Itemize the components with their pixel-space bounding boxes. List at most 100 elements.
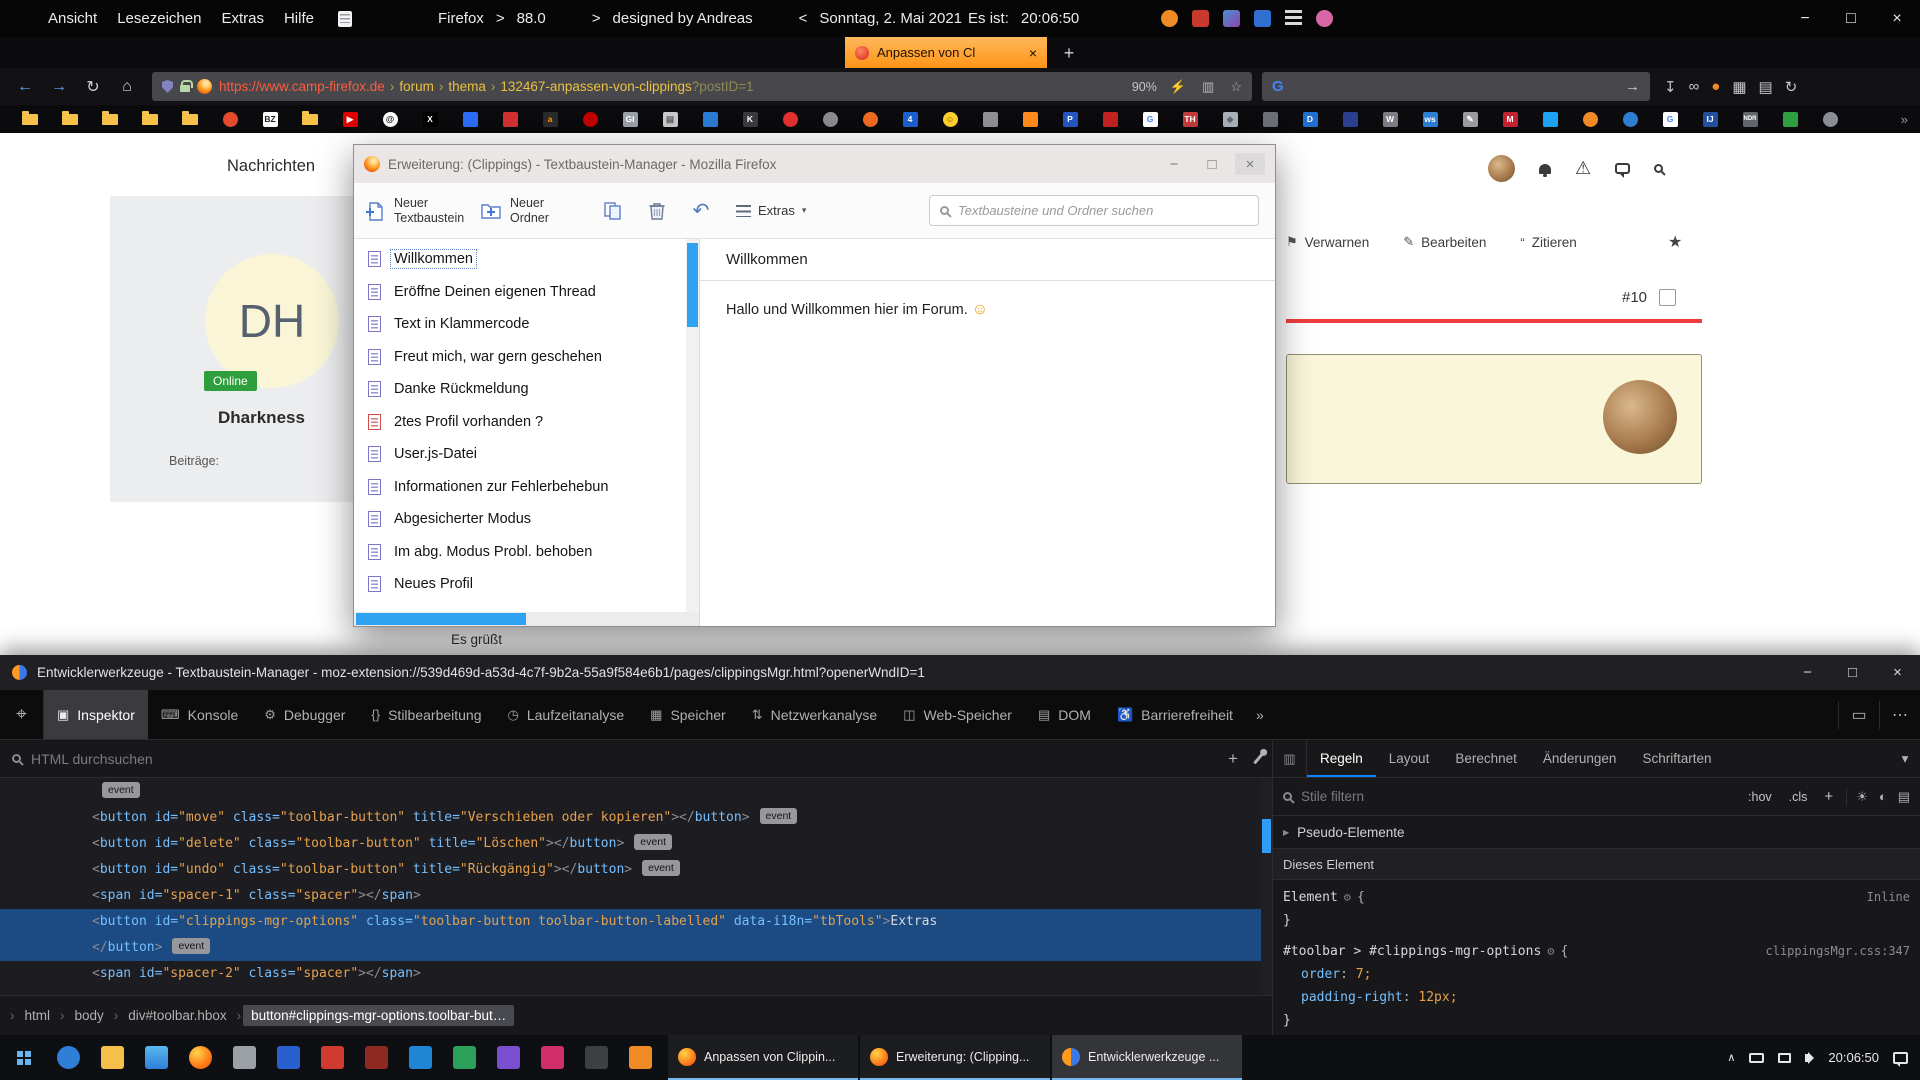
taskbar-app-icon[interactable] [530, 1035, 574, 1080]
minimize-button[interactable]: − [1785, 655, 1830, 690]
taskbar-app-icon[interactable] [222, 1035, 266, 1080]
breadcrumb-item[interactable]: html [17, 1005, 59, 1026]
sidebar-tab[interactable]: Berechnet [1442, 740, 1530, 777]
twisty-icon[interactable]: ▶ [1283, 828, 1289, 837]
taskbar-app-icon[interactable] [398, 1035, 442, 1080]
clipping-list-item[interactable]: Text in Klammercode [354, 308, 686, 341]
bookmark-item[interactable] [770, 112, 810, 127]
devtools-tab[interactable]: ▦ Speicher [637, 690, 739, 739]
url-bar[interactable]: https://www.camp-firefox.de ›forum›thema… [152, 72, 1252, 101]
css-property[interactable]: order: 7; [1283, 963, 1910, 986]
gear-icon[interactable]: ⚙ [1547, 940, 1554, 963]
bookmark-item[interactable]: W [1370, 112, 1410, 127]
bookmark-item[interactable] [290, 112, 330, 127]
author-name[interactable]: Dharkness [218, 408, 305, 428]
devtools-tab[interactable]: ⚙ Debugger [251, 690, 358, 739]
bookmark-item[interactable] [1330, 112, 1370, 127]
titlebar-app-icon[interactable] [1285, 10, 1302, 27]
list-vertical-scrollbar[interactable] [686, 239, 699, 626]
style-filter-input[interactable]: Stile filtern [1301, 789, 1735, 804]
event-badge[interactable]: event [634, 834, 672, 850]
bookmark-item[interactable] [1010, 112, 1050, 127]
devtools-tab[interactable]: ♿ Barrierefreiheit [1104, 690, 1246, 739]
breadcrumb-item[interactable]: body [67, 1005, 112, 1026]
post-action-button[interactable]: “ Zitieren [1520, 235, 1576, 250]
clippings-titlebar[interactable]: Erweiterung: (Clippings) - Textbaustein-… [354, 145, 1275, 183]
bookmark-item[interactable]: G [1130, 112, 1170, 127]
close-button[interactable]: × [1235, 153, 1265, 175]
download-icon[interactable]: ↧ [1664, 78, 1677, 96]
markup-line[interactable]: </button>event [0, 935, 1272, 961]
markup-line[interactable]: <button id="undo" class="toolbar-button"… [0, 857, 1272, 883]
start-button[interactable] [0, 1035, 46, 1080]
zoom-indicator[interactable]: 90% [1132, 80, 1157, 94]
breadcrumb-item[interactable]: div#toolbar.hbox [120, 1005, 234, 1026]
bookmark-item[interactable] [690, 112, 730, 127]
bookmark-item[interactable] [170, 112, 210, 127]
bookmark-item[interactable]: ws [1410, 112, 1450, 127]
reload-button[interactable]: ↻ [76, 72, 110, 102]
network-icon[interactable] [1778, 1053, 1791, 1063]
devtools-titlebar[interactable]: Entwicklerwerkzeuge - Textbaustein-Manag… [0, 655, 1920, 690]
dark-scheme-icon[interactable]: ◐ [1879, 789, 1887, 805]
titlebar-app-icon[interactable] [1316, 10, 1333, 27]
scrollbar-thumb[interactable] [356, 613, 526, 625]
meatball-menu-icon[interactable]: ⋯ [1880, 705, 1920, 725]
devtools-tab[interactable]: {} Stilbearbeitung [358, 690, 494, 739]
markup-line[interactable]: <span id="spacer-2" class="spacer"></spa… [0, 961, 1272, 987]
menu-item[interactable]: Extras [211, 6, 274, 31]
maximize-button[interactable]: □ [1830, 655, 1875, 690]
warning-icon[interactable]: ⚠ [1575, 158, 1591, 179]
maximize-button[interactable]: □ [1197, 153, 1227, 175]
bookmark-item[interactable]: D [1290, 112, 1330, 127]
bell-icon[interactable] [1539, 164, 1551, 174]
bookmark-item[interactable] [10, 112, 50, 127]
clipping-list-item[interactable]: Freut mich, war gern geschehen [354, 341, 686, 374]
library-icon[interactable]: ▥ [1202, 79, 1214, 95]
add-rule-button[interactable]: + [1820, 786, 1837, 807]
print-simulation-icon[interactable]: ▤ [1898, 789, 1910, 805]
new-tab-button[interactable]: + [1056, 40, 1082, 66]
home-button[interactable]: ⌂ [110, 72, 144, 102]
new-clipping-button[interactable]: Neuer Textbaustein [364, 196, 470, 226]
bookmark-item[interactable]: 4 [890, 112, 930, 127]
devtools-tab[interactable]: ◫ Web-Speicher [890, 690, 1025, 739]
taskbar-window-button[interactable]: Entwicklerwerkzeuge ... [1052, 1035, 1242, 1080]
bookmark-item[interactable] [130, 112, 170, 127]
sidebar-tabs-caret-icon[interactable]: ▾ [1890, 740, 1920, 777]
extras-button[interactable]: Extras ▾ [736, 203, 806, 218]
rule-source-link[interactable]: clippingsMgr.css:347 [1766, 940, 1911, 963]
bookmark-item[interactable]: M [1490, 112, 1530, 127]
bookmark-item[interactable] [1530, 112, 1570, 127]
breadcrumb-item[interactable]: button#clippings-mgr-options.toolbar-but… [243, 1005, 514, 1026]
titlebar-app-icon[interactable] [1254, 10, 1271, 27]
taskbar-window-button[interactable]: Anpassen von Clippin... [668, 1035, 858, 1080]
menu-item[interactable]: Hilfe [274, 6, 324, 31]
maximize-button[interactable]: □ [1828, 0, 1874, 37]
clipping-detail-body[interactable]: Hallo und Willkommen hier im Forum.☺ [700, 281, 1275, 339]
element-picker-icon[interactable]: ⌖ [0, 690, 44, 739]
search-bar[interactable]: G → [1262, 72, 1650, 101]
bookmark-item[interactable]: ▤ [650, 112, 690, 127]
taskbar-app-icon[interactable] [486, 1035, 530, 1080]
clipping-list-item[interactable]: Informationen zur Fehlerbehebun [354, 471, 686, 504]
tab-close-icon[interactable]: × [1029, 45, 1037, 61]
titlebar-app-icon[interactable] [1223, 10, 1240, 27]
eyedropper-icon[interactable] [1253, 753, 1264, 765]
sidebar-toggle-icon[interactable]: ▥ [1273, 740, 1307, 777]
responsive-mode-icon[interactable]: ▭ [1839, 705, 1879, 725]
user-avatar[interactable] [1488, 155, 1515, 182]
new-folder-button[interactable]: Neuer Ordner [480, 196, 586, 226]
bookmark-item[interactable] [970, 112, 1010, 127]
calendar-icon[interactable]: ▤ [1759, 78, 1773, 96]
forum-nav-nachrichten[interactable]: Nachrichten [227, 157, 315, 176]
volume-icon[interactable] [1805, 1054, 1809, 1062]
bookmark-item[interactable]: NDR [1730, 112, 1770, 127]
clipping-list-item[interactable]: 2tes Profil vorhanden ? [354, 406, 686, 439]
devtools-tab[interactable]: ▣ Inspektor [44, 690, 148, 739]
toggle-classes-button[interactable]: .cls [1785, 788, 1812, 806]
event-badge[interactable]: event [642, 860, 680, 876]
add-node-icon[interactable]: + [1219, 749, 1247, 769]
scrollbar-thumb[interactable] [687, 243, 698, 327]
sync-icon[interactable]: ↻ [1785, 78, 1798, 96]
